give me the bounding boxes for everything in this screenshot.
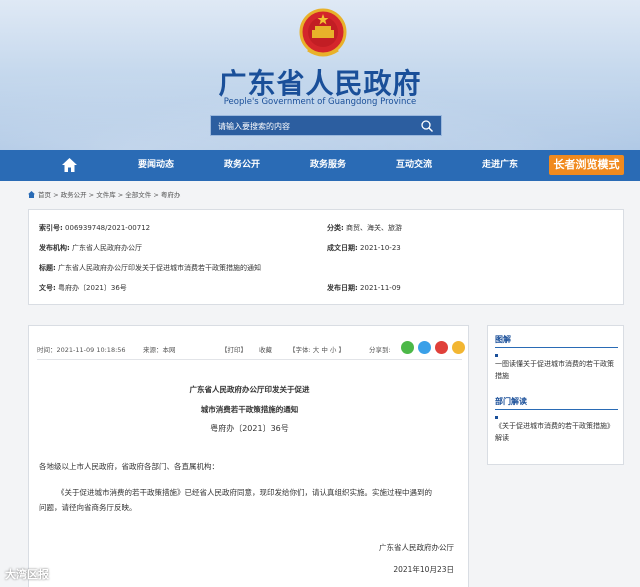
breadcrumb-current[interactable]: 粤府办 [161, 191, 181, 199]
document-title-line-2: 城市消费若干政策措施的通知 [200, 405, 299, 414]
meta-created-value: 2021-10-23 [360, 244, 401, 252]
sidebar-graphic-link[interactable]: 一图读懂关于促进城市消费的若干政策措施 [495, 358, 620, 382]
sidebar-graphic-heading: 图解 [495, 335, 511, 344]
nav-item-gov-services[interactable]: 政务服务 [310, 150, 346, 181]
meta-published: 发布日期: 2021-11-09 [327, 283, 401, 293]
salutation: 各地级以上市人民政府，省政府各部门、各直属机构： [39, 462, 219, 471]
home-icon [28, 191, 35, 198]
meta-docno-label: 文号: [39, 284, 56, 292]
search-input[interactable]: 请输入要搜索的内容 [210, 115, 442, 136]
qzone-share-icon[interactable] [418, 341, 431, 354]
meta-docno: 文号: 粤府办〔2021〕36号 [39, 283, 127, 293]
breadcrumb: 首页 > 政务公开 > 文件库 > 全部文件 > 粤府办 [28, 189, 180, 199]
meta-created: 成文日期: 2021-10-23 [327, 243, 401, 253]
meta-published-value: 2021-11-09 [360, 284, 401, 292]
document-body-panel: 时间：2021-11-09 10:18:56 来源：本网 【打印】 收藏 【字体… [28, 325, 469, 587]
weibo-share-icon[interactable] [435, 341, 448, 354]
breadcrumb-file-library[interactable]: 文件库 [96, 191, 116, 199]
wechat-share-icon[interactable] [401, 341, 414, 354]
signer: 广东省人民政府办公厅 [379, 543, 454, 552]
home-icon[interactable] [62, 158, 77, 172]
meta-title-label: 标题: [39, 264, 56, 272]
document-toolbar: 时间：2021-11-09 10:18:56 来源：本网 【打印】 收藏 【字体… [37, 338, 465, 358]
meta-index-label: 索引号: [39, 224, 63, 232]
sidebar-dept-link[interactable]: 《关于促进城市消费的若干政策措施》解读 [495, 420, 620, 444]
favorite-link[interactable]: 收藏 [259, 344, 272, 354]
publish-time: 时间：2021-11-09 10:18:56 [37, 346, 126, 354]
meta-title: 标题: 广东省人民政府办公厅印发关于促进城市消费若干政策措施的通知 [39, 263, 261, 273]
meta-category-label: 分类: [327, 224, 344, 232]
national-emblem-icon [299, 8, 347, 57]
search-placeholder: 请输入要搜索的内容 [218, 122, 290, 131]
body-line-2: 问题，请径向省商务厅反映。 [39, 503, 137, 512]
meta-published-label: 发布日期: [327, 284, 358, 292]
sign-date: 2021年10月23日 [393, 565, 454, 574]
print-link[interactable]: 【打印】 [221, 344, 247, 354]
breadcrumb-all-files[interactable]: 全部文件 [125, 191, 151, 199]
search-icon[interactable] [420, 119, 434, 133]
watermark: 大湾区报 [5, 568, 49, 581]
bullet-icon [495, 354, 498, 357]
favorite-star-icon[interactable] [452, 341, 465, 354]
nav-item-interaction[interactable]: 互动交流 [396, 150, 432, 181]
nav-item-gov-affairs-open[interactable]: 政务公开 [224, 150, 260, 181]
meta-index-value: 006939748/2021-00712 [65, 224, 151, 232]
share-label: 分享到: [369, 346, 391, 354]
sidebar-divider [495, 347, 618, 348]
meta-docno-value: 粤府办〔2021〕36号 [58, 284, 127, 292]
site-header: 广东省人民政府 People's Government of Guangdong… [0, 0, 640, 150]
meta-issuer-value: 广东省人民政府办公厅 [72, 244, 143, 252]
sidebar-dept-heading: 部门解读 [495, 397, 527, 406]
meta-index: 索引号: 006939748/2021-00712 [39, 223, 150, 233]
bullet-icon [495, 416, 498, 419]
breadcrumb-home[interactable]: 首页 [38, 191, 51, 199]
meta-issuer: 发布机构: 广东省人民政府办公厅 [39, 243, 142, 253]
document-number: 粤府办〔2021〕36号 [210, 424, 289, 433]
divider [37, 359, 462, 360]
nav-item-about-guangdong[interactable]: 走进广东 [482, 150, 518, 181]
main-nav: 要闻动态 政务公开 政务服务 互动交流 走进广东 [0, 150, 640, 181]
site-subtitle: People's Government of Guangdong Provinc… [223, 97, 417, 107]
site-title: 广东省人民政府 [218, 67, 422, 100]
sidebar-panel: 图解 一图读懂关于促进城市消费的若干政策措施 部门解读 《关于促进城市消费的若干… [487, 325, 624, 465]
meta-category: 分类: 商贸、海关、旅游 [327, 223, 402, 233]
breadcrumb-gov-affairs[interactable]: 政务公开 [61, 191, 87, 199]
meta-issuer-label: 发布机构: [39, 244, 70, 252]
meta-created-label: 成文日期: [327, 244, 358, 252]
body-line-1: 《关于促进城市消费的若干政策措施》已经省人民政府同意，现印发给你们，请认真组织实… [57, 488, 432, 497]
elder-mode-button[interactable]: 长者浏览模式 [549, 155, 624, 175]
nav-item-news[interactable]: 要闻动态 [138, 150, 174, 181]
document-meta-panel: 索引号: 006939748/2021-00712 分类: 商贸、海关、旅游 发… [28, 209, 624, 305]
sidebar-divider [495, 409, 618, 410]
document-title-line-1: 广东省人民政府办公厅印发关于促进 [189, 385, 310, 394]
font-size-switcher[interactable]: 【字体: 大 中 小 】 [289, 344, 345, 354]
meta-title-value: 广东省人民政府办公厅印发关于促进城市消费若干政策措施的通知 [58, 264, 262, 272]
source: 来源：本网 [143, 346, 176, 354]
meta-category-value: 商贸、海关、旅游 [346, 224, 403, 232]
